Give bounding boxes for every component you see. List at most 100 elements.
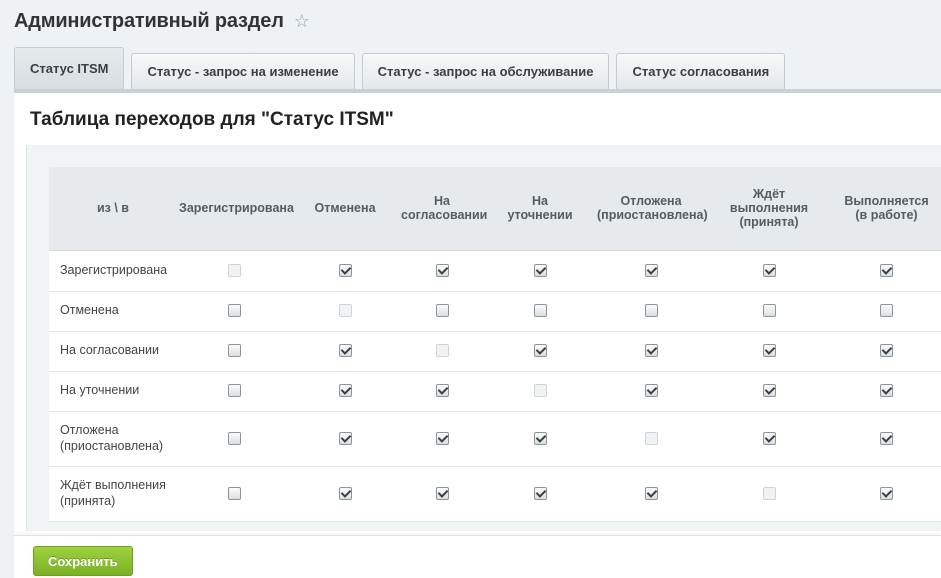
transition-checkbox[interactable] xyxy=(227,431,241,445)
matrix-row: Зарегистрирована xyxy=(49,250,941,292)
matrix-cell xyxy=(707,371,831,412)
tab-status-approval[interactable]: Статус согласования xyxy=(616,53,786,89)
matrix-cell xyxy=(485,291,595,332)
transition-checkbox[interactable] xyxy=(435,486,449,500)
transition-checkbox[interactable] xyxy=(533,304,547,318)
matrix-cell xyxy=(399,331,485,372)
transition-checkbox[interactable] xyxy=(762,431,776,445)
matrix-cell xyxy=(831,371,941,412)
save-button[interactable]: Сохранить xyxy=(33,546,133,576)
transition-checkbox[interactable] xyxy=(435,431,449,445)
transition-checkbox[interactable] xyxy=(227,486,241,500)
matrix-body: Зарегистрирована Отменена На согласовании Н… xyxy=(49,250,941,522)
matrix-cell xyxy=(707,411,831,467)
matrix-column-header-line: На xyxy=(532,193,548,208)
transition-checkbox[interactable] xyxy=(880,263,893,277)
matrix-column-header-line: Ждёт xyxy=(752,186,786,201)
matrix-column-header: Отложена (приостановлена) xyxy=(595,167,708,251)
matrix-column-header: Ждёт выполнения (принята) xyxy=(707,167,831,251)
matrix-row-label-line: Зарегистрирована xyxy=(60,262,168,277)
matrix-column-header: На уточнении xyxy=(485,167,595,251)
matrix-cell xyxy=(399,291,485,332)
matrix-cell xyxy=(707,250,831,292)
transition-checkbox[interactable] xyxy=(338,384,352,398)
transition-checkbox[interactable] xyxy=(338,344,352,358)
transition-checkbox xyxy=(435,344,449,358)
matrix-cell xyxy=(595,291,707,332)
matrix-cell xyxy=(291,466,399,522)
matrix-row-label: Ждёт выполнения (принята) xyxy=(49,466,177,522)
matrix-cell xyxy=(485,250,595,292)
matrix-cell xyxy=(399,466,485,522)
matrix-row-label: На уточнении xyxy=(49,371,177,412)
matrix-row-label-line: Отменена xyxy=(60,303,119,318)
footer-bar: Сохранить xyxy=(14,535,941,578)
matrix-column-header-line: (приостановлена) xyxy=(597,208,708,223)
transition-checkbox[interactable] xyxy=(762,344,776,358)
transition-checkbox[interactable] xyxy=(880,486,893,500)
star-icon[interactable]: ☆ xyxy=(294,12,310,30)
transition-checkbox[interactable] xyxy=(762,304,776,318)
transition-checkbox[interactable] xyxy=(880,431,893,445)
matrix-column-header-line: Зарегистрирована xyxy=(179,201,294,216)
matrix-row: Ждёт выполнения (принята) xyxy=(49,466,941,522)
matrix-cell xyxy=(595,250,707,292)
matrix-row: На уточнении xyxy=(49,371,941,412)
transition-checkbox xyxy=(644,431,658,445)
transition-checkbox[interactable] xyxy=(880,344,893,358)
matrix-cell xyxy=(177,411,291,467)
transition-checkbox[interactable] xyxy=(762,384,776,398)
matrix-cell xyxy=(399,411,485,467)
transition-checkbox[interactable] xyxy=(644,304,658,318)
matrix-row: Отменена xyxy=(49,291,941,332)
transition-checkbox[interactable] xyxy=(644,486,658,500)
transition-checkbox[interactable] xyxy=(762,263,776,277)
transition-checkbox[interactable] xyxy=(644,384,658,398)
transition-checkbox[interactable] xyxy=(227,344,241,358)
matrix-cell xyxy=(595,331,707,372)
matrix-cell xyxy=(707,291,831,332)
transition-checkbox[interactable] xyxy=(227,384,241,398)
transition-checkbox[interactable] xyxy=(644,263,658,277)
tab-status-service-request[interactable]: Статус - запрос на обслуживание xyxy=(361,53,610,89)
matrix-cell xyxy=(291,291,399,332)
matrix-column-header-line: уточнении xyxy=(507,208,573,223)
transition-checkbox[interactable] xyxy=(533,344,547,358)
matrix-cell xyxy=(485,331,595,372)
transition-matrix: из \ в Зарегистрирована Отменена На согласо… xyxy=(49,167,941,522)
matrix-cell xyxy=(485,411,595,467)
transition-checkbox[interactable] xyxy=(644,344,658,358)
matrix-row-label: Зарегистрирована xyxy=(49,250,177,292)
tab-status-itsm[interactable]: Статус ITSM xyxy=(14,47,125,89)
transition-checkbox[interactable] xyxy=(533,263,547,277)
matrix-column-header: Зарегистрирована xyxy=(177,167,294,251)
transition-checkbox[interactable] xyxy=(338,263,352,277)
transition-checkbox[interactable] xyxy=(227,304,241,318)
transition-checkbox[interactable] xyxy=(533,486,547,500)
transition-checkbox[interactable] xyxy=(880,384,893,398)
transition-checkbox[interactable] xyxy=(338,431,352,445)
matrix-cell xyxy=(291,331,399,372)
matrix-cell xyxy=(177,466,291,522)
matrix-cell xyxy=(177,291,291,332)
matrix-column-header-line: Выполняется xyxy=(844,193,929,208)
matrix-column-header-line: согласовании xyxy=(401,208,488,223)
tab-status-change-request[interactable]: Статус - запрос на изменение xyxy=(131,53,355,89)
matrix-cell xyxy=(177,371,291,412)
matrix-cell xyxy=(831,411,941,467)
transition-checkbox[interactable] xyxy=(338,486,352,500)
transition-grid-area[interactable]: из \ в Зарегистрирована Отменена На согласо… xyxy=(26,145,941,531)
matrix-corner-label: из \ в xyxy=(49,167,177,251)
matrix-column-header-line: На xyxy=(434,193,450,208)
matrix-row-label-line: Отложена xyxy=(60,422,119,437)
transition-checkbox[interactable] xyxy=(435,263,449,277)
matrix-row-label-line: На согласовании xyxy=(60,343,159,358)
transition-checkbox[interactable] xyxy=(435,304,449,318)
transition-checkbox[interactable] xyxy=(880,304,893,318)
matrix-column-header-line: Отменена xyxy=(314,201,376,216)
matrix-cell xyxy=(831,331,941,372)
tab-bar: Статус ITSM Статус - запрос на изменение… xyxy=(14,47,792,89)
transition-checkbox[interactable] xyxy=(533,431,547,445)
matrix-column-header-line: выполнения xyxy=(729,201,809,216)
transition-checkbox[interactable] xyxy=(435,384,449,398)
